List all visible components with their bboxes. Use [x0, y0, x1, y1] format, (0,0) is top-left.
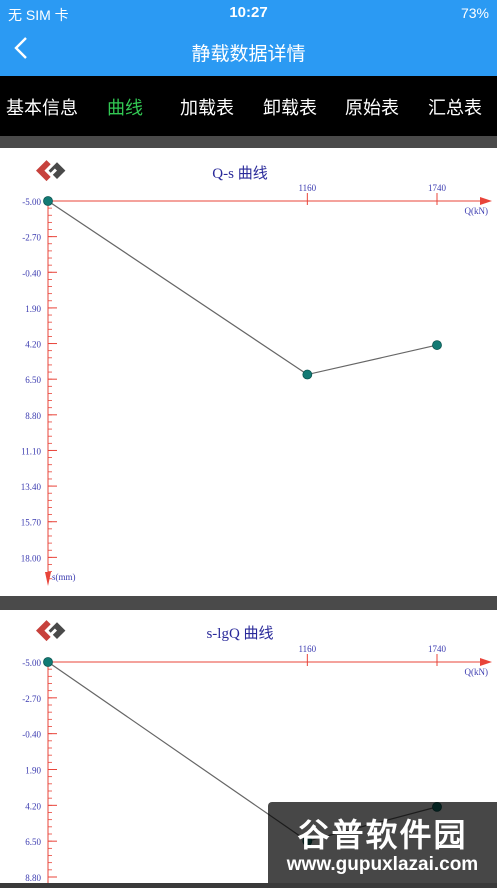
watermark: 谷普软件园 www.gupuxlazai.com	[268, 802, 497, 883]
y-tick-label: -0.40	[22, 268, 41, 278]
y-tick-label: 18.00	[21, 553, 42, 563]
x-tick-label: 1740	[428, 644, 447, 654]
tab-bar: 基本信息 曲线 加载表 卸载表 原始表 汇总表	[0, 76, 497, 136]
logo-icon	[36, 620, 66, 642]
x-tick-label: 1160	[298, 183, 316, 193]
y-tick-label: 11.10	[21, 446, 41, 456]
chart-title: s-lgQ 曲线	[206, 625, 273, 642]
y-tick-label: 6.50	[25, 375, 41, 385]
divider	[0, 136, 497, 148]
tab-raw-table[interactable]: 原始表	[345, 94, 399, 120]
tab-unloading-table[interactable]: 卸载表	[263, 94, 317, 120]
watermark-title: 谷普软件园	[297, 817, 468, 853]
x-axis-label: Q(kN)	[465, 667, 489, 677]
y-tick-label: 1.90	[25, 766, 41, 776]
tab-basic-info[interactable]: 基本信息	[6, 94, 78, 120]
y-tick-label: 4.20	[25, 801, 41, 811]
divider	[0, 596, 497, 610]
data-point	[432, 340, 442, 350]
y-tick-label: -5.00	[22, 658, 41, 668]
y-tick-label: 15.70	[21, 518, 42, 528]
qs-chart: Q-s 曲线 -5.00 -2.70 -0.40 1.90 4.20 6.50 8.80 11…	[21, 160, 492, 586]
qs-chart-panel: Q-s 曲线 -5.00 -2.70 -0.40 1.90 4.20 6.50 8.80 11…	[0, 148, 497, 596]
x-tick-label: 1740	[428, 183, 447, 193]
y-tick-label: 13.40	[21, 482, 42, 492]
clock: 10:27	[229, 4, 268, 21]
x-axis-label: Q(kN)	[465, 206, 489, 216]
y-tick-label: -5.00	[22, 197, 41, 207]
x-axis-arrow	[480, 197, 492, 205]
y-tick-label: 4.20	[25, 340, 41, 350]
data-point	[43, 196, 53, 206]
data-point	[302, 369, 313, 380]
x-axis-arrow	[480, 658, 492, 666]
y-axis-label: s(mm)	[52, 572, 76, 582]
y-tick-label: 1.90	[25, 304, 41, 314]
y-tick-label: 8.80	[25, 411, 41, 421]
page-title: 静载数据详情	[191, 44, 306, 65]
y-tick-label: -2.70	[22, 694, 41, 704]
data-point	[43, 657, 53, 667]
series-line	[47, 200, 438, 376]
tab-loading-table[interactable]: 加载表	[180, 94, 234, 120]
battery-label: 73%	[460, 5, 489, 21]
y-tick-label: 6.50	[25, 837, 41, 847]
y-tick-label: 8.80	[25, 873, 41, 883]
y-tick-label: -2.70	[22, 233, 41, 243]
navigation-bar: 静载数据详情	[0, 26, 497, 76]
chart-title: Q-s 曲线	[212, 165, 267, 182]
logo-icon	[36, 160, 66, 182]
tab-curve[interactable]: 曲线	[107, 94, 143, 120]
status-bar: 无 SIM 卡 10:27 73%	[0, 0, 497, 26]
x-tick-label: 1160	[298, 644, 316, 654]
watermark-url: www.gupuxlazai.com	[286, 854, 479, 875]
y-tick-label: -0.40	[22, 730, 41, 740]
tab-summary-table[interactable]: 汇总表	[428, 94, 482, 120]
